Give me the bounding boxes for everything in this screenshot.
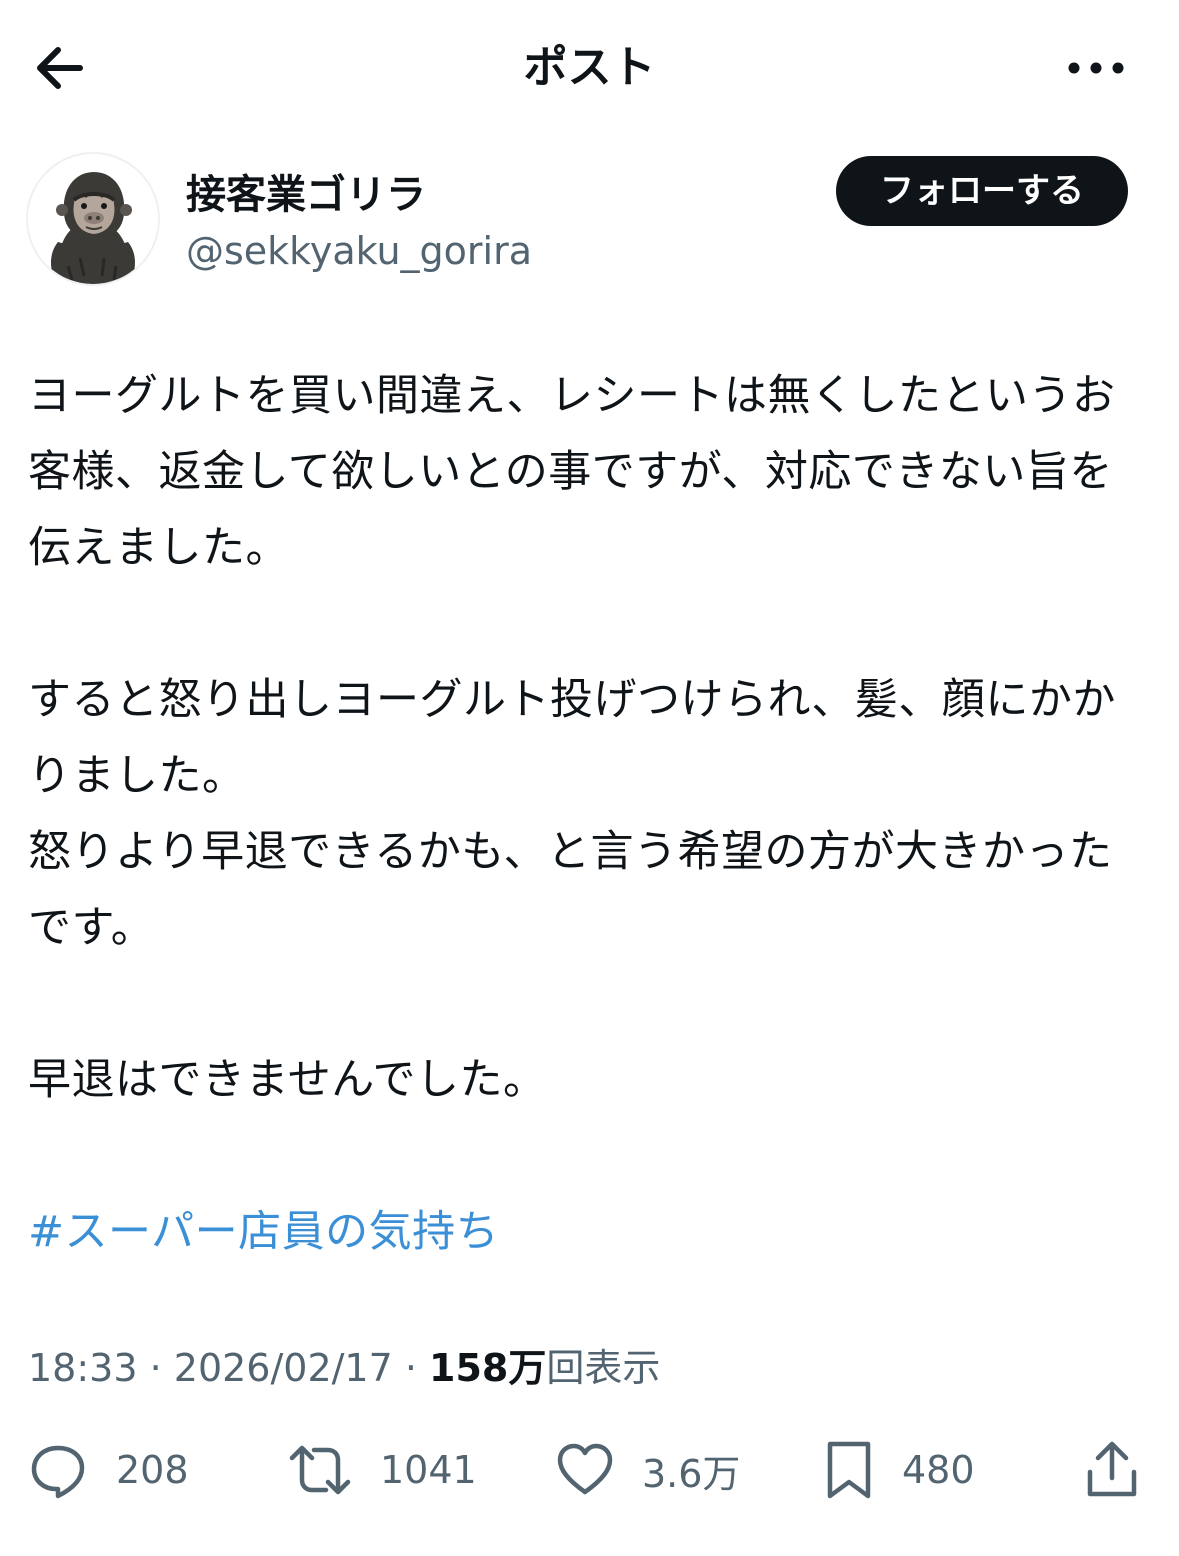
reply-icon [31,1445,85,1499]
bookmark-icon [827,1441,871,1499]
gorilla-avatar-icon [51,172,135,284]
more-button[interactable] [1060,38,1132,98]
hashtag-link[interactable]: #スーパー店員の気持ち [28,1207,499,1257]
action-bar: 208 1041 3.6万 480 [0,1430,1179,1510]
reply-button[interactable]: 208 [28,1430,189,1510]
retweet-count: 1041 [380,1448,477,1492]
heart-icon [557,1443,613,1495]
retweet-button[interactable]: 1041 [288,1430,477,1510]
tweet-date[interactable]: 2026/02/17 [174,1346,393,1390]
tweet-paragraph: 早退はできませんでした。 [28,1055,547,1105]
tweet-hashtag-line: #スーパー店員の気持ち [28,1194,1138,1270]
bookmark-count: 480 [902,1448,975,1492]
meta-separator: · [392,1346,430,1390]
more-dots-icon [1068,62,1124,74]
tweet-paragraph: 怒りより早退できるかも、と言う希望の方が大きかったです。 [28,827,1113,953]
share-icon [1087,1441,1137,1497]
page-title: ポスト [523,42,656,93]
retweet-icon [289,1445,351,1495]
bookmark-button[interactable]: 480 [824,1430,975,1510]
views-count: 158万 [429,1346,546,1390]
author-display-name[interactable]: 接客業ゴリラ [186,170,426,220]
reply-count: 208 [116,1448,189,1492]
views-label: 回表示 [546,1346,661,1390]
views-number: 158 [429,1346,509,1390]
avatar[interactable] [26,152,160,286]
top-bar: ポスト [0,0,1179,130]
like-count: 3.6万 [642,1451,741,1496]
tweet-paragraph: すると怒り出しヨーグルト投げつけられ、髪、顔にかかりました。 [28,675,1116,801]
views-unit: 万 [508,1346,547,1390]
tweet-paragraph: ヨーグルトを買い間違え、レシートは無くしたというお客様、返金して欲しいとの事です… [28,371,1116,573]
author-handle[interactable]: @sekkyaku_gorira [186,226,532,276]
tweet-time[interactable]: 18:33 [28,1346,138,1390]
meta-separator: · [137,1346,174,1390]
tweet-meta: 18:33 · 2026/02/17 · 158万回表示 [28,1340,660,1396]
like-button[interactable]: 3.6万 [556,1430,740,1510]
tweet-text: ヨーグルトを買い間違え、レシートは無くしたというお客様、返金して欲しいとの事です… [28,358,1138,1270]
share-button[interactable] [1084,1430,1140,1510]
follow-button[interactable]: フォローする [836,156,1128,226]
author-row: 接客業ゴリラ @sekkyaku_gorira フォローする [26,152,1156,292]
